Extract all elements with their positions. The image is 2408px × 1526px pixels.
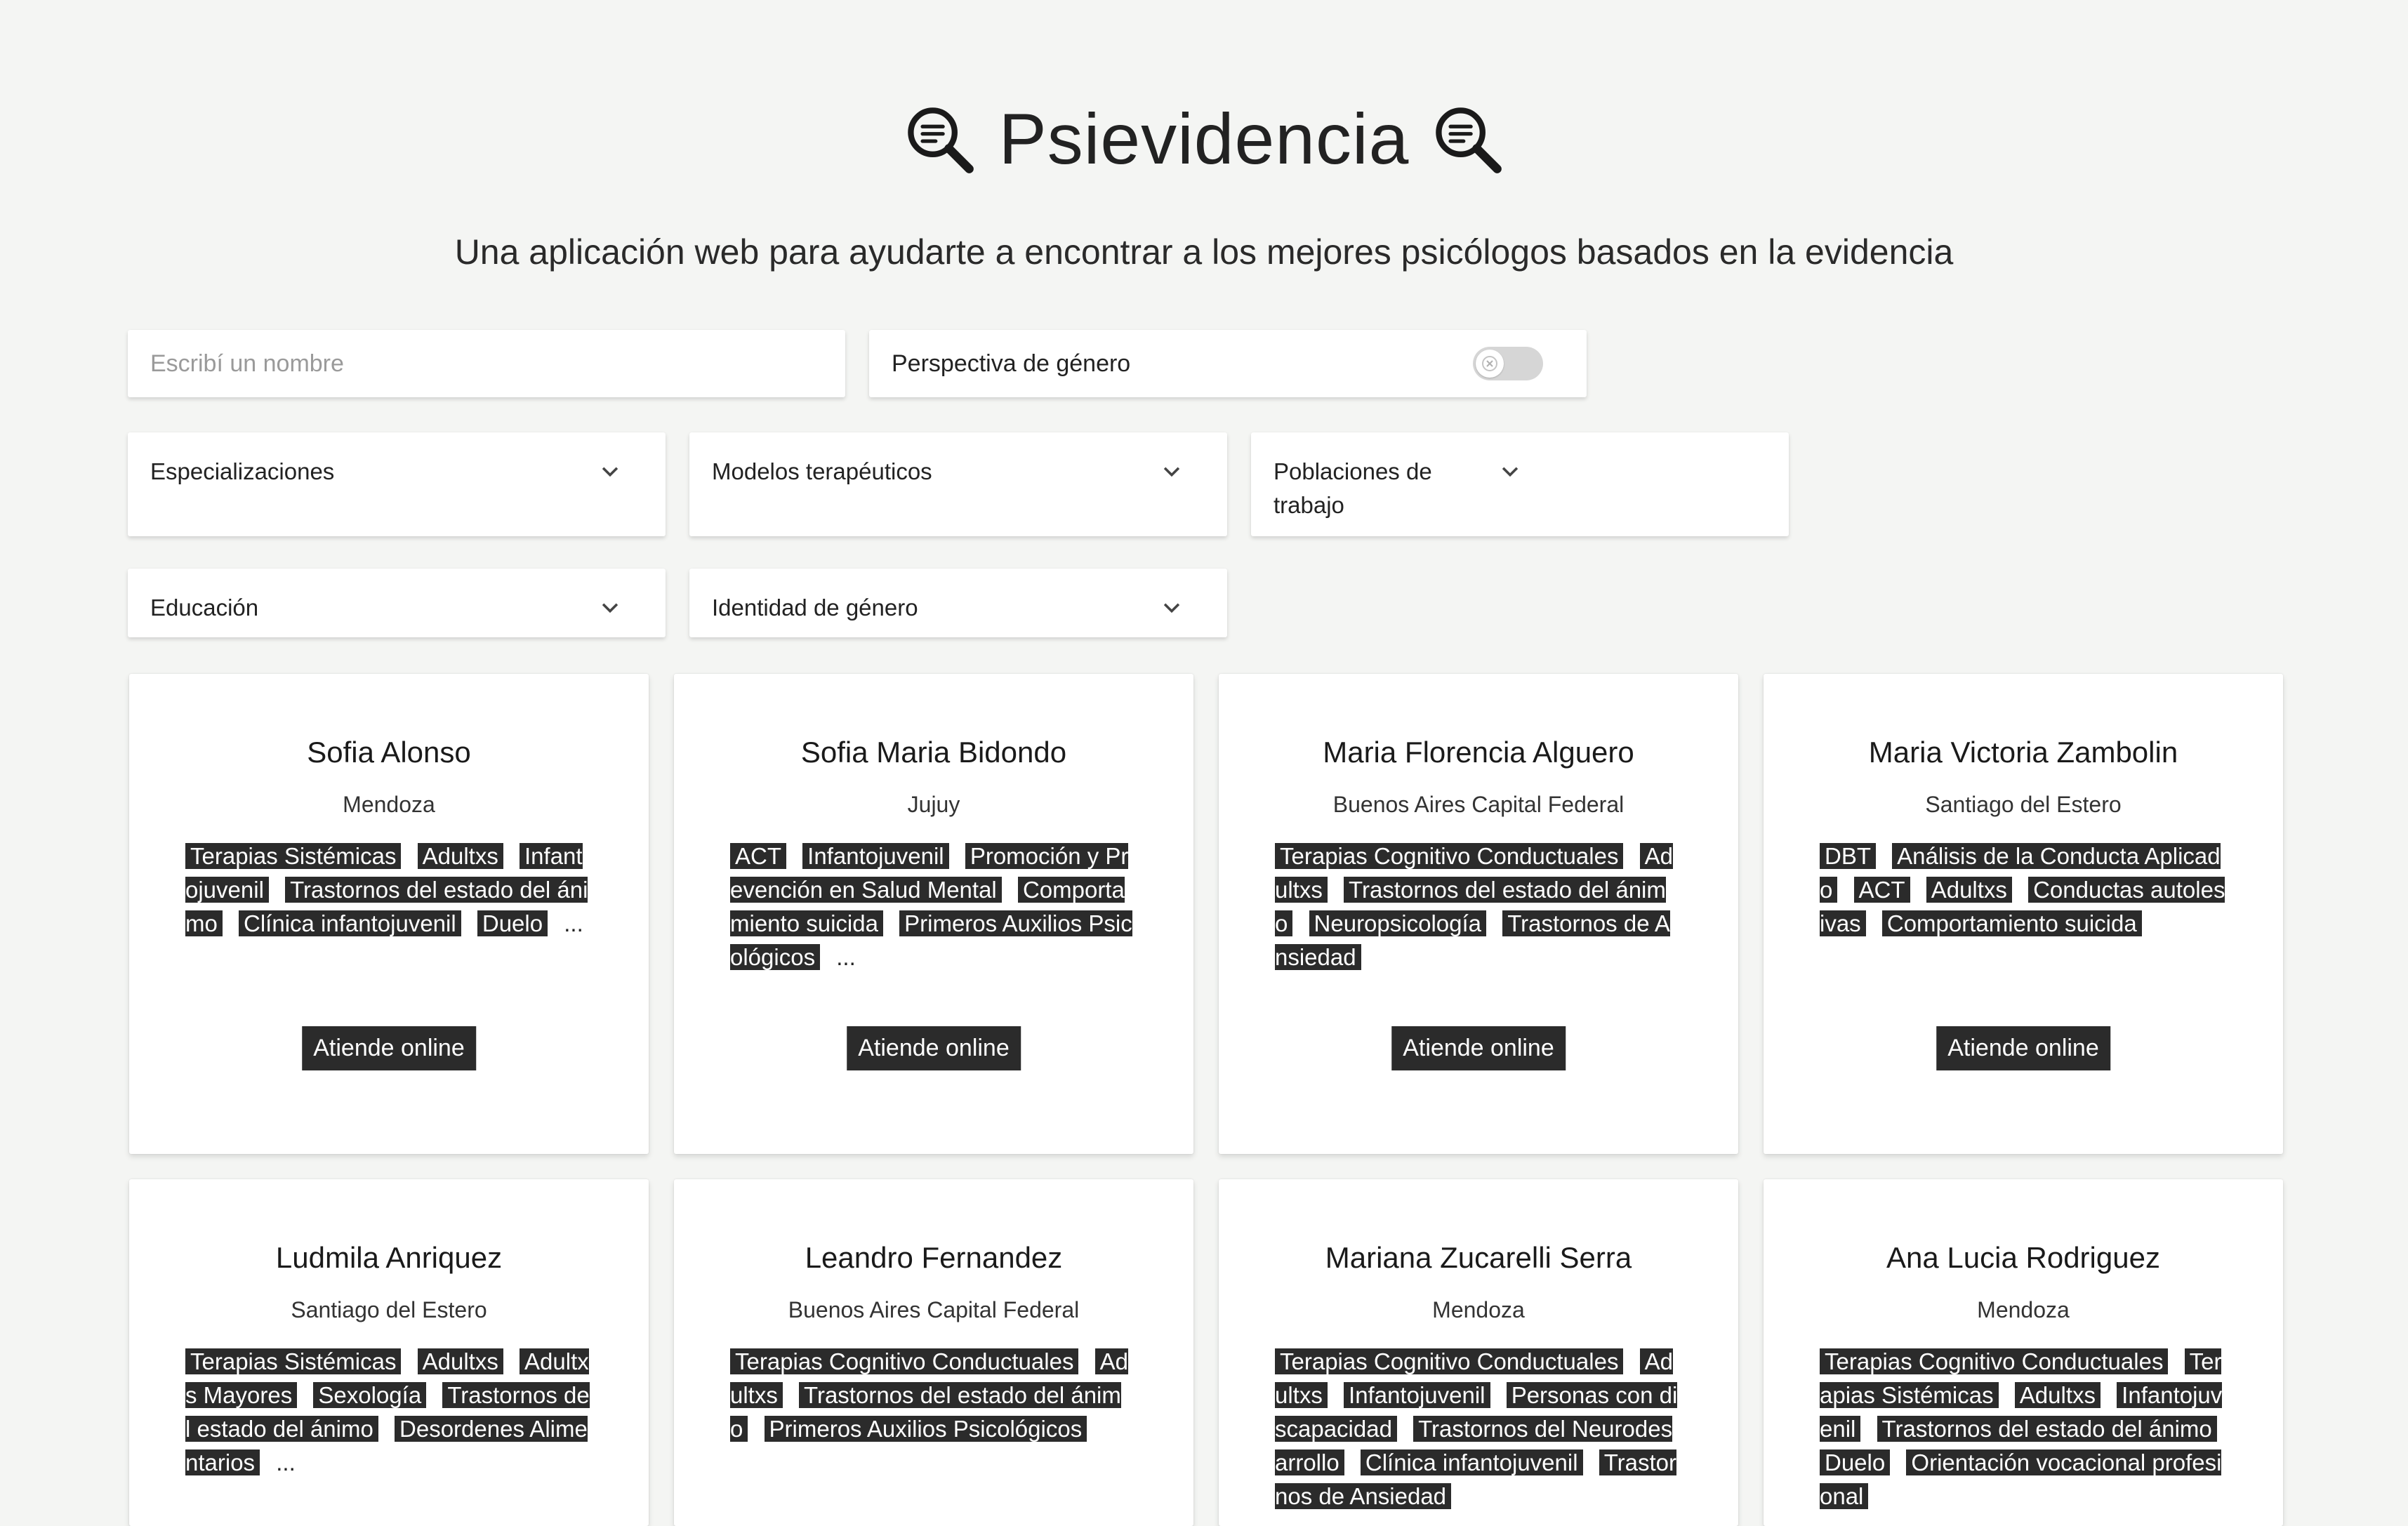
psychologist-location: Mendoza	[1432, 1297, 1525, 1322]
psychologist-name: Leandro Fernandez	[805, 1241, 1063, 1274]
online-badge-button[interactable]: Atiende online	[1936, 1026, 2110, 1070]
psychologist-card[interactable]: Maria Victoria Zambolin Santiago del Est…	[1764, 674, 2283, 1154]
populations-label: Poblaciones de trabajo	[1274, 458, 1432, 518]
chevron-down-icon	[602, 603, 618, 613]
tag-list: Terapias Sistémicas Adultxs Adultxs Mayo…	[185, 1345, 593, 1480]
tag-list: Terapias Sistémicas Adultxs Infantojuven…	[185, 840, 593, 941]
psychologist-location: Buenos Aires Capital Federal	[1332, 792, 1625, 817]
psychologist-card[interactable]: Ludmila Anriquez Santiago del Estero Ter…	[129, 1179, 649, 1526]
search-document-icon	[1436, 107, 1502, 173]
specialty-tag: ACT	[730, 843, 786, 869]
specialty-tag: Clínica infantojuvenil	[1360, 1449, 1583, 1475]
psychologist-location: Mendoza	[343, 792, 435, 817]
psychologist-card[interactable]: Mariana Zucarelli Serra Mendoza Terapias…	[1219, 1179, 1738, 1526]
specialty-tag: Comportamiento suicida	[1881, 910, 2142, 936]
specialty-tag: ACT	[1853, 877, 1910, 903]
chevron-down-icon	[1163, 467, 1180, 477]
gender-perspective-label: Perspectiva de género	[892, 350, 1131, 377]
more-tags-ellipsis: ...	[564, 910, 583, 936]
psychologist-location: Mendoza	[1977, 1297, 2070, 1322]
specialty-tag: Clínica infantojuvenil	[239, 910, 461, 936]
specialty-tag: Sexología	[313, 1382, 427, 1408]
psychologist-name: Sofia Alonso	[307, 736, 471, 769]
gender-perspective-filter[interactable]: Perspectiva de género	[869, 330, 1587, 397]
education-select[interactable]: Educación	[128, 569, 666, 637]
psychologist-card[interactable]: Ana Lucia Rodriguez Mendoza Terapias Cog…	[1764, 1179, 2283, 1526]
specialty-tag: Terapias Cognitivo Conductuales	[1275, 843, 1624, 869]
specialty-tag: Terapias Cognitivo Conductuales	[1820, 1348, 2169, 1374]
search-document-icon	[907, 107, 974, 173]
gender-perspective-toggle[interactable]	[1473, 347, 1543, 380]
tag-list: Terapias Cognitivo Conductuales Terapias…	[1820, 1345, 2227, 1513]
psychologist-card[interactable]: Leandro Fernandez Buenos Aires Capital F…	[674, 1179, 1193, 1526]
specialty-tag: Terapias Sistémicas	[185, 1348, 402, 1374]
specialty-tag: Terapias Cognitivo Conductuales	[1275, 1348, 1624, 1374]
psychologist-name: Ludmila Anriquez	[275, 1241, 503, 1274]
tag-list: Terapias Cognitivo Conductuales Adultxs …	[730, 1345, 1137, 1446]
chevron-down-icon	[1163, 603, 1180, 613]
psychologist-card[interactable]: Sofia Maria Bidondo Jujuy ACT Infantojuv…	[674, 674, 1193, 1154]
psychologist-name: Maria Victoria Zambolin	[1868, 736, 2178, 769]
specialty-tag: Infantojuvenil	[802, 843, 949, 869]
specialty-tag: Terapias Sistémicas	[185, 843, 402, 869]
psychologist-location: Jujuy	[907, 792, 960, 817]
tag-list: Terapias Cognitivo Conductuales Adultxs …	[1275, 840, 1682, 974]
specialty-tag: Adultxs	[417, 1348, 503, 1374]
education-label: Educación	[150, 595, 259, 621]
app-header: Psievidencia	[0, 98, 2408, 180]
specializations-label: Especializaciones	[150, 458, 335, 484]
psychologist-card[interactable]: Sofia Alonso Mendoza Terapias Sistémicas…	[129, 674, 649, 1154]
psychologist-location: Santiago del Estero	[1925, 792, 2122, 817]
specialty-tag: DBT	[1820, 843, 1876, 869]
therapeutic-models-label: Modelos terapéuticos	[712, 458, 932, 484]
name-search-input[interactable]	[128, 330, 845, 397]
specialty-tag: Duelo	[477, 910, 548, 936]
therapeutic-models-select[interactable]: Modelos terapéuticos	[689, 432, 1227, 536]
chevron-down-icon	[602, 467, 618, 477]
page-title: Psievidencia	[998, 99, 1410, 179]
page-subtitle: Una aplicación web para ayudarte a encon…	[454, 232, 1954, 272]
chevron-down-icon	[1502, 467, 1519, 477]
more-tags-ellipsis: ...	[836, 944, 856, 970]
specialty-tag: Duelo	[1820, 1449, 1891, 1475]
gender-identity-label: Identidad de género	[712, 595, 918, 621]
close-icon	[1482, 356, 1497, 371]
specialty-tag: Infantojuvenil	[1344, 1382, 1490, 1408]
psychologist-name: Ana Lucia Rodriguez	[1886, 1241, 2160, 1274]
tag-list: Terapias Cognitivo Conductuales Adultxs …	[1275, 1345, 1682, 1513]
specialty-tag: Adultxs	[2014, 1382, 2101, 1408]
specialty-tag: Neuropsicología	[1309, 910, 1487, 936]
gender-identity-select[interactable]: Identidad de género	[689, 569, 1227, 637]
specialty-tag: Terapias Cognitivo Conductuales	[730, 1348, 1079, 1374]
specializations-select[interactable]: Especializaciones	[128, 432, 666, 536]
online-badge-button[interactable]: Atiende online	[302, 1026, 476, 1070]
populations-select[interactable]: Poblaciones de trabajo	[1251, 432, 1789, 536]
tag-list: ACT Infantojuvenil Promoción y Prevenció…	[730, 840, 1137, 974]
toggle-knob	[1476, 350, 1504, 378]
psychologist-name: Sofia Maria Bidondo	[800, 736, 1067, 769]
tag-list: DBT Análisis de la Conducta Aplicado ACT…	[1820, 840, 2227, 941]
more-tags-ellipsis: ...	[276, 1449, 296, 1475]
online-badge-button[interactable]: Atiende online	[847, 1026, 1021, 1070]
psychologist-card[interactable]: Maria Florencia Alguero Buenos Aires Cap…	[1219, 674, 1738, 1154]
online-badge-button[interactable]: Atiende online	[1391, 1026, 1566, 1070]
psychologist-name: Mariana Zucarelli Serra	[1325, 1241, 1632, 1274]
psychologist-location: Buenos Aires Capital Federal	[788, 1297, 1080, 1322]
psychologist-name: Maria Florencia Alguero	[1323, 736, 1634, 769]
specialty-tag: Adultxs	[417, 843, 503, 869]
specialty-tag: Trastornos del estado del ánimo	[1877, 1416, 2217, 1442]
specialty-tag: Primeros Auxilios Psicológicos	[764, 1416, 1087, 1442]
specialty-tag: Adultxs	[1926, 877, 2012, 903]
psychologist-location: Santiago del Estero	[291, 1297, 487, 1322]
